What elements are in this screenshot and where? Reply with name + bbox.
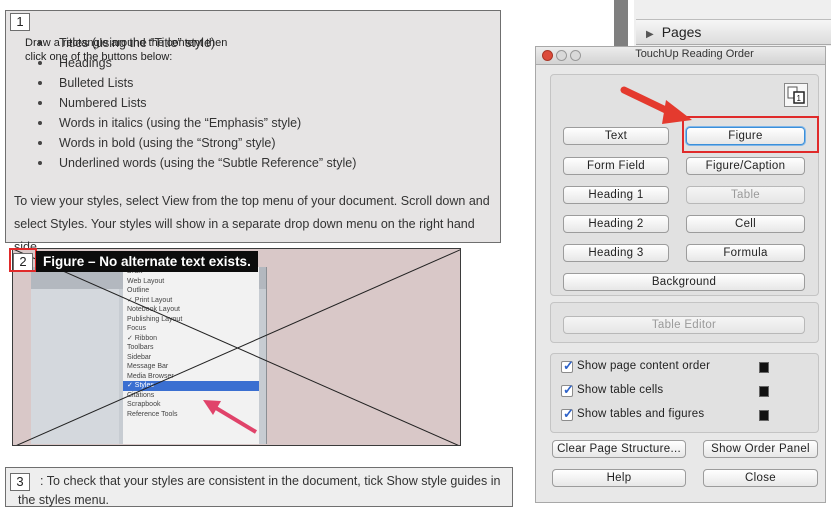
show-order-panel-button[interactable]: Show Order Panel — [703, 440, 818, 458]
list-item: Words in bold (using the “Strong” style) — [38, 133, 356, 153]
highlight-box-tag2 — [9, 248, 37, 272]
heading-1-button[interactable]: Heading 1 — [563, 186, 669, 204]
section-3-box[interactable]: 3 : To check that your styles are consis… — [5, 467, 513, 507]
table-button: Table — [686, 186, 805, 204]
pages-panel-header[interactable]: ▶ Pages — [636, 19, 831, 45]
heading-3-button[interactable]: Heading 3 — [563, 244, 669, 262]
list-item: Numbered Lists — [38, 93, 356, 113]
show-tables-figures-checkbox[interactable]: ✓ — [561, 406, 574, 421]
help-button[interactable]: Help — [552, 469, 686, 487]
close-button[interactable]: Close — [703, 469, 818, 487]
bullet-icon — [38, 101, 42, 105]
figure-region[interactable]: Draft Web Layout Outline ✓ Print Layout … — [12, 248, 461, 446]
heading-2-button[interactable]: Heading 2 — [563, 215, 669, 233]
figure-caption-button[interactable]: Figure/Caption — [686, 157, 805, 175]
text-button[interactable]: Text — [563, 127, 669, 145]
bullet-icon — [38, 121, 42, 125]
formula-button[interactable]: Formula — [686, 244, 805, 262]
table-editor-button: Table Editor — [563, 316, 805, 334]
show-page-content-order-checkbox[interactable]: ✓ — [561, 358, 574, 373]
list-item: Bulleted Lists — [38, 73, 356, 93]
form-field-button[interactable]: Form Field — [563, 157, 669, 175]
style-guides-paragraph: : To check that your styles are consiste… — [18, 474, 501, 507]
list-item: Words in italics (using the “Emphasis” s… — [38, 113, 356, 133]
bullet-icon — [38, 161, 42, 165]
option-label: Show page content order — [577, 360, 711, 372]
reading-order-icon: 1 — [787, 86, 805, 104]
figure-alt-text-warning: Figure – No alternate text exists. — [36, 251, 258, 272]
bullet-icon — [38, 141, 42, 145]
content-order-color-swatch[interactable] — [759, 362, 769, 373]
pane-divider — [614, 0, 628, 46]
highlight-box-figure-button — [682, 116, 819, 153]
show-confirmation-icon[interactable]: 1 — [784, 83, 808, 107]
cell-button[interactable]: Cell — [686, 215, 805, 233]
instruction-text: Draw a rectangle around the content then… — [25, 37, 228, 63]
table-cells-color-swatch[interactable] — [759, 386, 769, 397]
dialog-title: TouchUp Reading Order — [635, 48, 754, 60]
background-button[interactable]: Background — [563, 273, 805, 291]
figure-cross-lines — [13, 249, 460, 445]
bullet-icon — [38, 81, 42, 85]
reading-order-tag-1[interactable]: 1 — [10, 13, 30, 31]
svg-text:1: 1 — [797, 94, 802, 103]
red-pointer-arrow-icon — [620, 86, 692, 124]
document-page: 1 Titles (using the “Title” style) Headi… — [0, 0, 540, 507]
clear-page-structure-button[interactable]: Clear Page Structure... — [552, 440, 686, 458]
dialog-titlebar[interactable]: TouchUp Reading Order — [536, 47, 825, 65]
show-table-cells-checkbox[interactable]: ✓ — [561, 382, 574, 397]
list-item: Underlined words (using the “Subtle Refe… — [38, 153, 356, 173]
option-label: Show table cells — [577, 384, 664, 396]
option-label: Show tables and figures — [577, 408, 705, 420]
disclosure-triangle-icon[interactable]: ▶ — [646, 23, 654, 47]
tables-figures-color-swatch[interactable] — [759, 410, 769, 421]
pages-label: Pages — [661, 24, 702, 40]
